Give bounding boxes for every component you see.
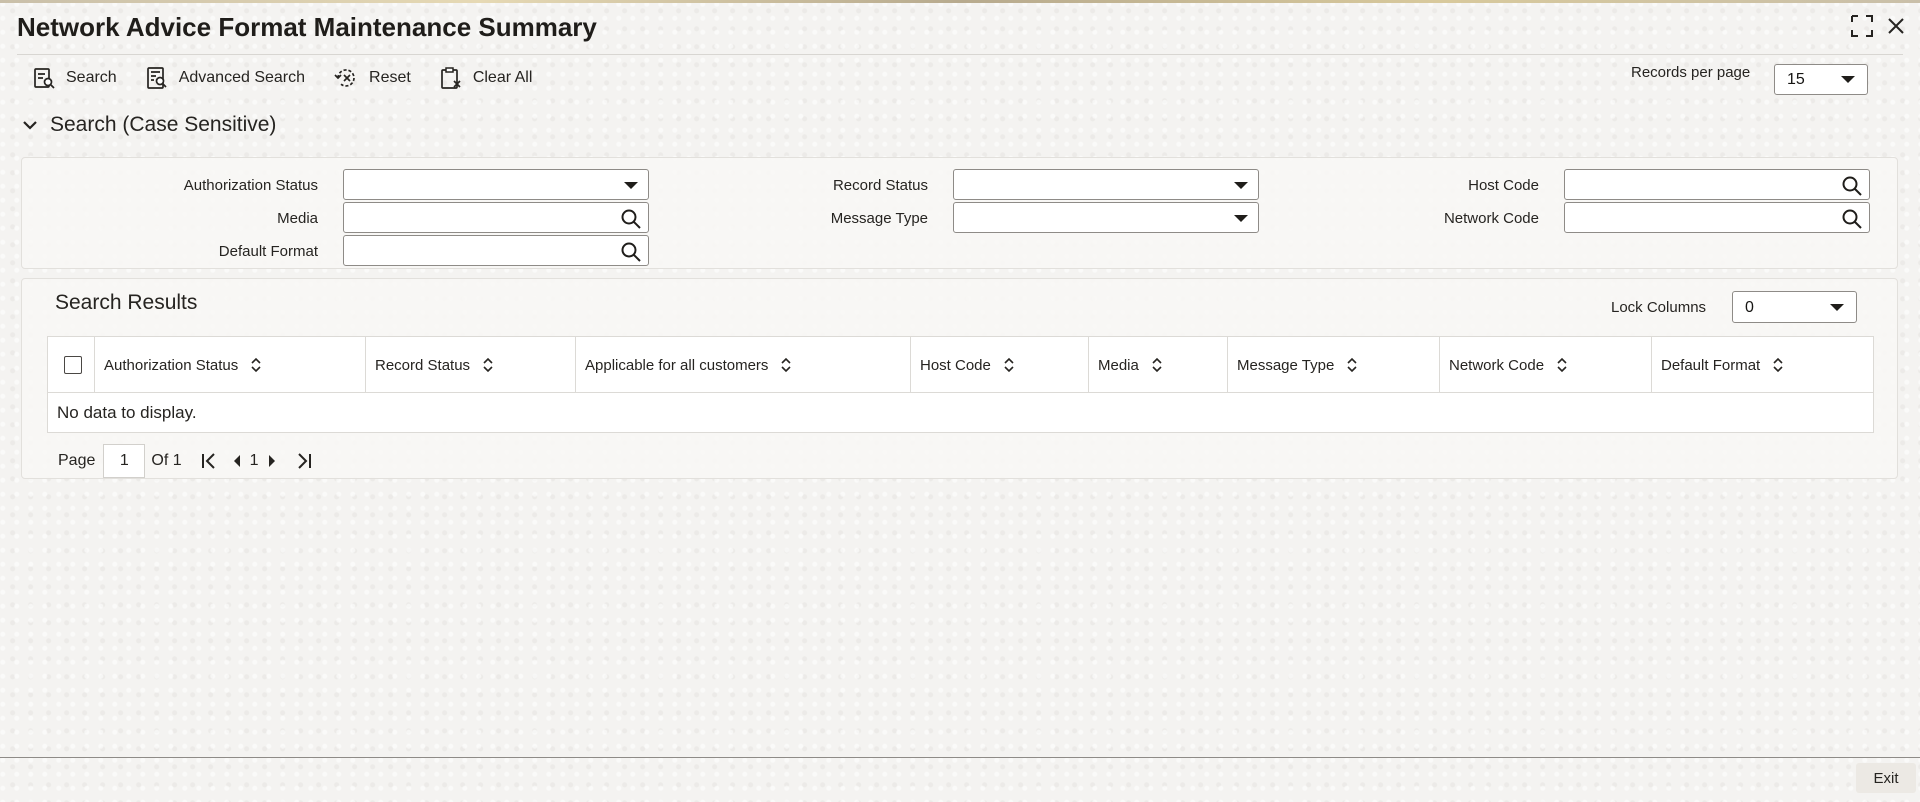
column-header[interactable]: Default Format <box>1652 337 1874 393</box>
sort-icon[interactable] <box>1151 357 1163 373</box>
message-type-label: Message Type <box>830 210 928 227</box>
host-code-input[interactable] <box>1564 169 1870 200</box>
first-page-icon[interactable] <box>200 452 218 470</box>
sort-icon[interactable] <box>1346 357 1358 373</box>
sort-icon[interactable] <box>250 357 262 373</box>
record-status-label: Record Status <box>832 177 928 194</box>
footer-divider <box>0 757 1920 758</box>
column-header[interactable]: Network Code <box>1440 337 1652 393</box>
chevron-down-icon <box>1234 215 1248 222</box>
column-header-label: Default Format <box>1661 356 1761 374</box>
records-per-page-select[interactable]: 15 <box>1774 64 1868 95</box>
authorization-status-select[interactable] <box>343 169 649 200</box>
lock-columns-label: Lock Columns <box>1611 299 1707 316</box>
magnifier-icon[interactable] <box>1841 175 1863 202</box>
column-header[interactable]: Host Code <box>911 337 1089 393</box>
sort-icon[interactable] <box>1003 357 1015 373</box>
lock-columns-value: 0 <box>1745 299 1754 316</box>
search-button[interactable]: Search <box>32 64 117 92</box>
table-header: Authorization Status Record Status Appli… <box>48 337 1873 393</box>
search-section-title: Search (Case Sensitive) <box>50 113 277 136</box>
chevron-down-icon <box>1234 182 1248 189</box>
chevron-down-icon <box>624 182 638 189</box>
message-type-select[interactable] <box>953 202 1259 233</box>
authorization-status-label: Authorization Status <box>183 177 318 194</box>
column-header[interactable]: Authorization Status <box>95 337 366 393</box>
host-code-label: Host Code <box>1468 177 1539 194</box>
page-label: Page <box>58 452 96 469</box>
column-header[interactable]: Media <box>1089 337 1228 393</box>
prev-page-icon[interactable] <box>232 454 242 468</box>
default-format-label: Default Format <box>218 243 318 260</box>
clear-all-button-label: Clear All <box>472 69 533 86</box>
search-tool-icon <box>32 66 56 90</box>
column-header[interactable]: Applicable for all customers <box>576 337 911 393</box>
page-number-input[interactable]: 1 <box>103 444 146 478</box>
advanced-search-button[interactable]: Advanced Search <box>145 64 305 92</box>
reset-icon <box>333 66 359 90</box>
column-header-label: Message Type <box>1237 356 1335 374</box>
page-title: Network Advice Format Maintenance Summar… <box>17 12 597 42</box>
select-all-checkbox[interactable] <box>64 356 82 374</box>
exit-button[interactable]: Exit <box>1856 763 1916 793</box>
column-header-label: Authorization Status <box>104 356 239 374</box>
sort-icon[interactable] <box>482 357 494 373</box>
magnifier-icon[interactable] <box>620 208 642 235</box>
search-section-toggle[interactable]: Search (Case Sensitive) <box>22 113 276 137</box>
toolbar: Search Advanced Search Reset Clear All <box>32 64 532 92</box>
column-header-label: Host Code <box>920 356 991 374</box>
page-of-label: Of 1 <box>151 452 182 469</box>
chevron-down-icon <box>22 113 38 137</box>
results-table: Authorization Status Record Status Appli… <box>47 336 1874 433</box>
default-format-input[interactable] <box>343 235 649 266</box>
chevron-down-icon <box>1830 304 1844 311</box>
clear-all-icon <box>439 66 463 90</box>
empty-table-message: No data to display. <box>57 403 197 422</box>
search-criteria-panel: Authorization Status Record Status Host … <box>21 157 1898 269</box>
maximize-icon[interactable] <box>1850 14 1874 38</box>
record-status-select[interactable] <box>953 169 1259 200</box>
close-icon[interactable] <box>1886 16 1906 36</box>
search-results-panel: Search Results Lock Columns 0 Authorizat… <box>21 278 1898 479</box>
sort-icon[interactable] <box>780 357 792 373</box>
chevron-down-icon <box>1841 76 1855 83</box>
media-label: Media <box>277 210 318 227</box>
column-header-label: Network Code <box>1449 356 1545 374</box>
column-header-label: Media <box>1098 356 1139 374</box>
lock-columns-select[interactable]: 0 <box>1732 291 1857 323</box>
top-decor-strip <box>0 0 1920 3</box>
network-code-label: Network Code <box>1443 210 1539 227</box>
advanced-search-button-label: Advanced Search <box>178 69 306 86</box>
records-per-page-label: Records per page <box>1631 64 1751 81</box>
records-per-page-value: 15 <box>1787 70 1805 88</box>
network-code-input[interactable] <box>1564 202 1870 233</box>
advanced-search-icon <box>145 66 169 90</box>
pagination: Page 1 Of 1 1 <box>58 444 313 478</box>
clear-all-button[interactable]: Clear All <box>439 64 533 92</box>
magnifier-icon[interactable] <box>620 241 642 268</box>
magnifier-icon[interactable] <box>1841 208 1863 235</box>
media-input[interactable] <box>343 202 649 233</box>
sort-icon[interactable] <box>1556 357 1568 373</box>
column-header-label: Record Status <box>375 356 471 374</box>
column-header-label: Applicable for all customers <box>585 356 769 374</box>
column-header[interactable]: Message Type <box>1228 337 1440 393</box>
current-page-number: 1 <box>249 452 259 469</box>
page-number-value: 1 <box>119 452 129 469</box>
search-button-label: Search <box>66 69 117 86</box>
window-controls <box>1850 14 1906 38</box>
title-divider <box>17 54 1903 55</box>
search-results-title: Search Results <box>55 291 198 314</box>
select-all-cell <box>48 337 95 393</box>
reset-button-label: Reset <box>369 69 411 86</box>
column-header[interactable]: Record Status <box>366 337 576 393</box>
last-page-icon[interactable] <box>295 452 313 470</box>
next-page-icon[interactable] <box>267 454 277 468</box>
reset-button[interactable]: Reset <box>333 64 411 92</box>
sort-icon[interactable] <box>1772 357 1784 373</box>
